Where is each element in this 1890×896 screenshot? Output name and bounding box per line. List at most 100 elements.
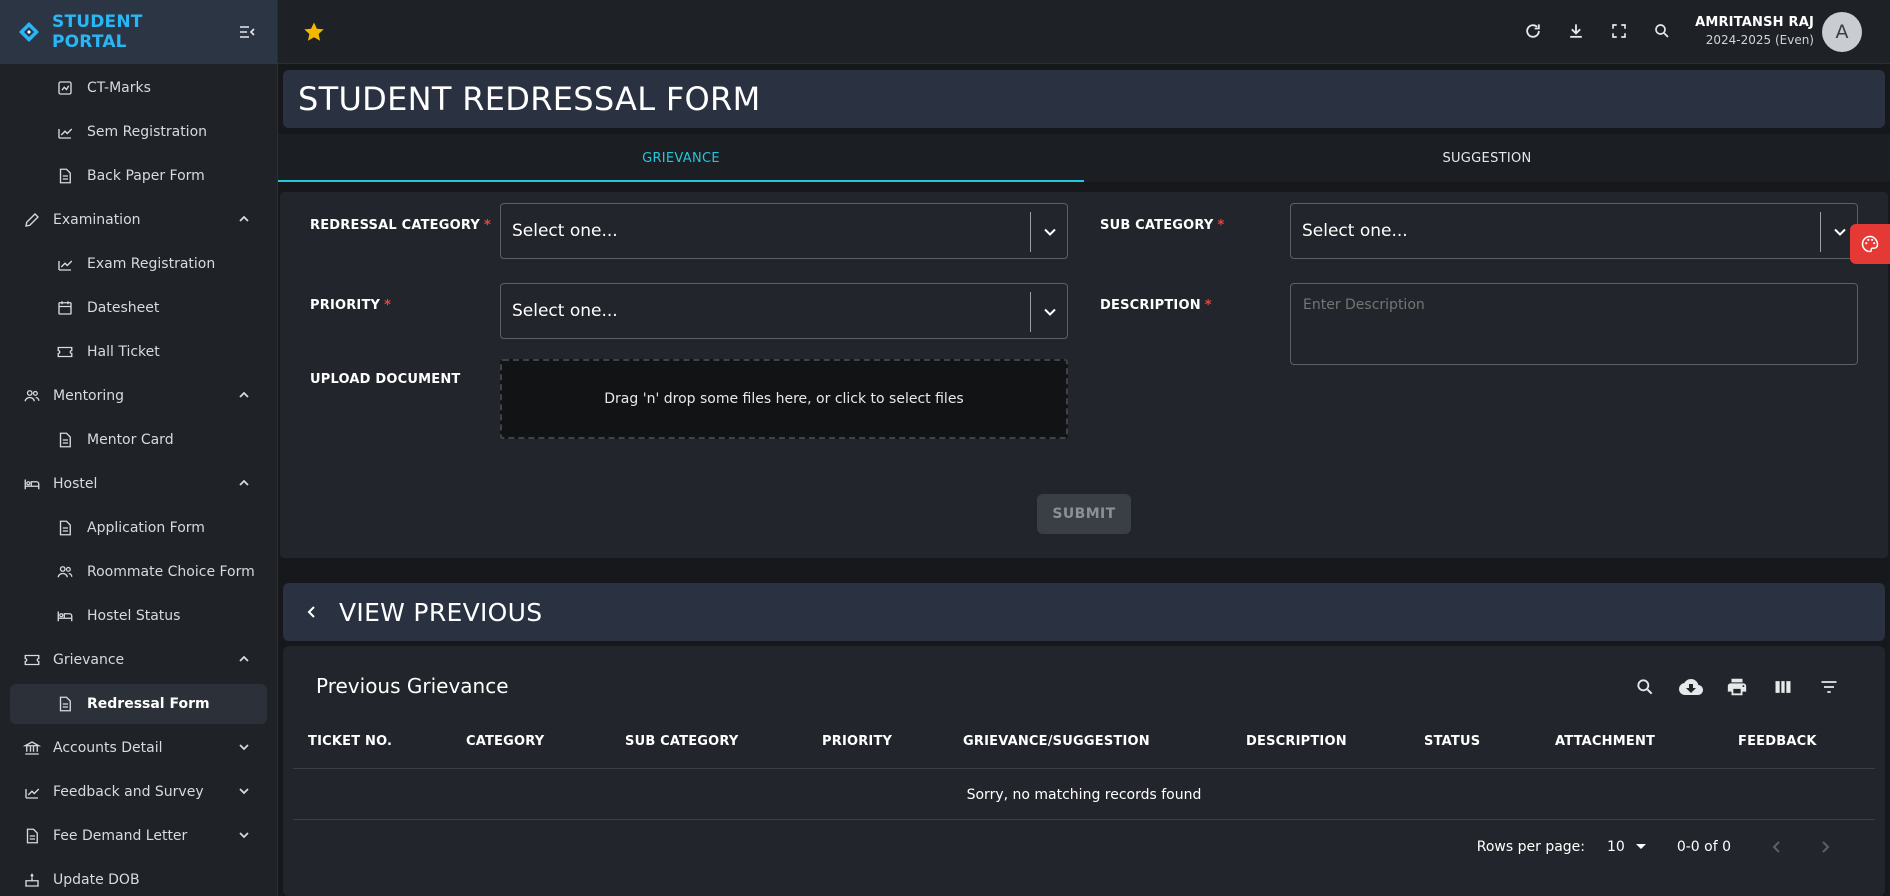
assessment-icon: [55, 78, 75, 98]
column-category[interactable]: CATEGORY: [466, 714, 544, 769]
description-field[interactable]: [1290, 283, 1858, 365]
next-page-icon[interactable]: [1813, 835, 1837, 859]
column-description[interactable]: DESCRIPTION: [1246, 714, 1347, 769]
column-grievance-suggestion[interactable]: GRIEVANCE/SUGGESTION: [963, 714, 1150, 769]
palette-icon[interactable]: [1850, 224, 1890, 264]
column-priority[interactable]: PRIORITY: [822, 714, 892, 769]
sidebar-item-label: Examination: [53, 212, 141, 228]
sidebar-item-mentor-card[interactable]: Mentor Card: [0, 418, 277, 462]
select-divider: [1030, 212, 1031, 252]
priority-select[interactable]: Select one...: [500, 283, 1068, 339]
redressal-category-select[interactable]: Select one...: [500, 203, 1068, 259]
chevron-down-icon: [1042, 224, 1058, 240]
sidebar-item-grievance[interactable]: Grievance: [0, 638, 277, 682]
column-ticket-no[interactable]: TICKET NO.: [308, 714, 392, 769]
chevron-up-icon: [237, 476, 251, 490]
sidebar-item-roommate-choice-form[interactable]: Roommate Choice Form: [0, 550, 277, 594]
sidebar-item-examination[interactable]: Examination: [0, 198, 277, 242]
view-previous-toggle[interactable]: VIEW PREVIOUS: [283, 583, 1885, 641]
table-toolbar: [1632, 674, 1841, 699]
submit-button[interactable]: SUBMIT: [1037, 494, 1131, 534]
sidebar-item-label: Update DOB: [53, 872, 140, 888]
sidebar-item-accounts-detail[interactable]: Accounts Detail: [0, 726, 277, 770]
sidebar-item-label: Hall Ticket: [87, 344, 160, 360]
user-info[interactable]: AMRITANSH RAJ 2024-2025 (Even): [1695, 15, 1814, 47]
view-previous-title: VIEW PREVIOUS: [339, 597, 543, 627]
column-sub-category[interactable]: SUB CATEGORY: [625, 714, 739, 769]
required-mark: *: [1204, 298, 1212, 313]
sidebar-item-back-paper-form[interactable]: Back Paper Form: [0, 154, 277, 198]
tab-suggestion[interactable]: SUGGESTION: [1084, 134, 1890, 182]
top-actions: [1520, 18, 1674, 43]
sidebar-item-redressal-form[interactable]: Redressal Form: [10, 684, 267, 724]
sidebar-nav: CT-Marks Sem Registration Back Paper Form E…: [0, 64, 277, 896]
bed-icon: [55, 606, 75, 626]
sidebar-item-label: Mentoring: [53, 388, 125, 404]
sidebar-item-exam-registration[interactable]: Exam Registration: [0, 242, 277, 286]
select-divider: [1820, 212, 1821, 252]
column-attachment[interactable]: ATTACHMENT: [1555, 714, 1655, 769]
sidebar-item-datesheet[interactable]: Datesheet: [0, 286, 277, 330]
sub-category-label: SUB CATEGORY *: [1100, 218, 1225, 233]
sidebar-item-fee-demand-letter[interactable]: Fee Demand Letter: [0, 814, 277, 858]
filter-icon[interactable]: [1816, 674, 1841, 699]
refresh-icon[interactable]: [1520, 18, 1545, 43]
top-bar: AMRITANSH RAJ 2024-2025 (Even) A: [278, 0, 1890, 64]
page-title: STUDENT REDRESSAL FORM: [298, 80, 761, 118]
fullscreen-icon[interactable]: [1606, 18, 1631, 43]
sidebar-item-mentoring[interactable]: Mentoring: [0, 374, 277, 418]
columns-icon[interactable]: [1770, 674, 1795, 699]
star-icon[interactable]: [302, 20, 326, 44]
sidebar-item-feedback-and-survey[interactable]: Feedback and Survey: [0, 770, 277, 814]
search-icon[interactable]: [1632, 674, 1657, 699]
avatar[interactable]: A: [1822, 12, 1862, 52]
sidebar-item-application-form[interactable]: Application Form: [0, 506, 277, 550]
sidebar-item-hostel-status[interactable]: Hostel Status: [0, 594, 277, 638]
sidebar-item-sem-registration[interactable]: Sem Registration: [0, 110, 277, 154]
sidebar-item-label: Sem Registration: [87, 124, 208, 140]
download-icon[interactable]: [1563, 18, 1588, 43]
sidebar-item-label: Roommate Choice Form: [87, 564, 255, 580]
cloud-download-icon[interactable]: [1678, 674, 1703, 699]
previous-page-icon[interactable]: [1765, 835, 1789, 859]
column-feedback[interactable]: FEEDBACK: [1738, 714, 1817, 769]
user-session: 2024-2025 (Even): [1705, 33, 1814, 47]
sidebar-item-label: Hostel: [53, 476, 98, 492]
menu-collapse-icon[interactable]: [233, 18, 261, 46]
select-divider: [1030, 292, 1031, 332]
brand-logo-icon: [16, 19, 42, 45]
sidebar-item-update-dob[interactable]: Update DOB: [0, 858, 277, 896]
sidebar-item-hostel[interactable]: Hostel: [0, 462, 277, 506]
rows-per-page-select[interactable]: 10: [1607, 839, 1647, 855]
sidebar-item-label: CT-Marks: [87, 80, 151, 96]
sub-category-value: Select one...: [1302, 221, 1408, 241]
redressal-category-label: REDRESSAL CATEGORY *: [310, 218, 491, 233]
sidebar: STUDENT PORTAL CT-Marks Sem Registration B…: [0, 0, 278, 896]
search-icon[interactable]: [1649, 18, 1674, 43]
chevron-up-icon: [237, 388, 251, 402]
people-icon: [55, 562, 75, 582]
file-dropzone[interactable]: Drag 'n' drop some files here, or click …: [500, 359, 1068, 439]
tab-grievance[interactable]: GRIEVANCE: [278, 134, 1084, 182]
chevron-up-icon: [237, 212, 251, 226]
sub-category-select[interactable]: Select one...: [1290, 203, 1858, 259]
sidebar-item-ct-marks[interactable]: CT-Marks: [0, 66, 277, 110]
empty-table-message: Sorry, no matching records found: [293, 770, 1875, 820]
column-status[interactable]: STATUS: [1424, 714, 1480, 769]
print-icon[interactable]: [1724, 674, 1749, 699]
redressal-form: REDRESSAL CATEGORY * Select one... SUB CA…: [280, 192, 1888, 558]
document-icon: [55, 166, 75, 186]
redressal-category-value: Select one...: [512, 221, 618, 241]
required-mark: *: [1217, 218, 1225, 233]
sidebar-item-hall-ticket[interactable]: Hall Ticket: [0, 330, 277, 374]
sidebar-item-label: Grievance: [53, 652, 125, 668]
brand-header: STUDENT PORTAL: [0, 0, 277, 64]
user-name: AMRITANSH RAJ: [1695, 15, 1814, 30]
sidebar-item-label: Hostel Status: [87, 608, 181, 624]
brand-name: STUDENT PORTAL: [52, 12, 143, 52]
tab-bar: GRIEVANCE SUGGESTION: [278, 134, 1890, 182]
sidebar-item-label: Datesheet: [87, 300, 160, 316]
chevron-left-icon: [305, 603, 323, 621]
document-icon: [55, 430, 75, 450]
rows-per-page-value: 10: [1607, 839, 1625, 855]
